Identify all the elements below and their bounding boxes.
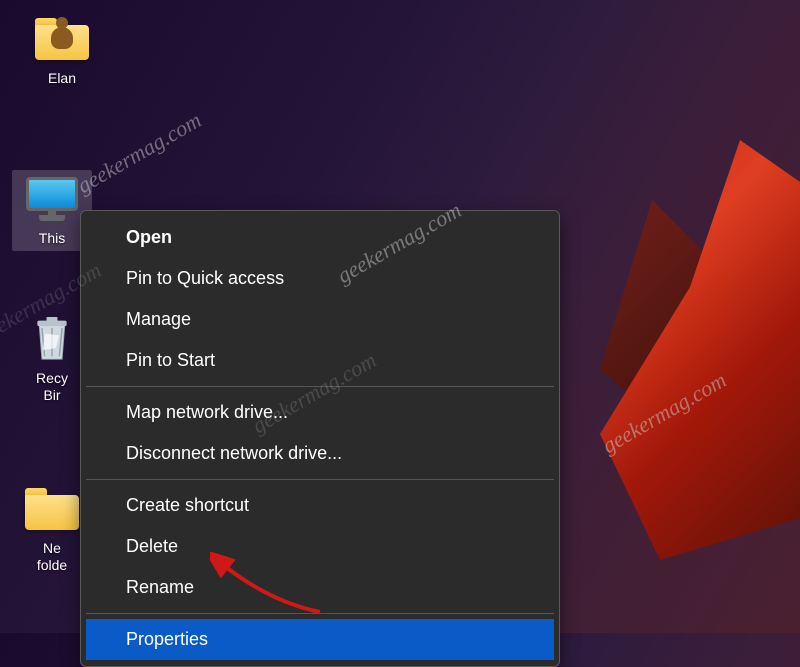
- desktop-icon-elan-folder[interactable]: Elan: [22, 10, 102, 91]
- menu-item-create-shortcut[interactable]: Create shortcut: [86, 485, 554, 526]
- menu-item-map-network-drive[interactable]: Map network drive...: [86, 392, 554, 433]
- menu-item-rename[interactable]: Rename: [86, 567, 554, 608]
- pc-icon: [24, 174, 80, 224]
- menu-item-delete[interactable]: Delete: [86, 526, 554, 567]
- menu-item-properties[interactable]: Properties: [86, 619, 554, 660]
- menu-item-manage[interactable]: Manage: [86, 299, 554, 340]
- folder-user-icon: [34, 14, 90, 64]
- desktop-icon-label: This: [39, 230, 65, 247]
- menu-separator: [86, 479, 554, 480]
- desktop-icon-label: Elan: [48, 70, 76, 87]
- menu-item-pin-quick-access[interactable]: Pin to Quick access: [86, 258, 554, 299]
- menu-item-disconnect-network-drive[interactable]: Disconnect network drive...: [86, 433, 554, 474]
- desktop-icon-label: Ne folde: [37, 540, 67, 574]
- menu-separator: [86, 386, 554, 387]
- folder-icon: [24, 484, 80, 534]
- menu-item-pin-start[interactable]: Pin to Start: [86, 340, 554, 381]
- context-menu: Open Pin to Quick access Manage Pin to S…: [80, 210, 560, 667]
- menu-separator: [86, 613, 554, 614]
- desktop-icon-label: Recy Bir: [36, 370, 68, 404]
- recycle-bin-icon: [24, 314, 80, 364]
- menu-item-open[interactable]: Open: [86, 217, 554, 258]
- watermark: geekermag.com: [73, 107, 206, 199]
